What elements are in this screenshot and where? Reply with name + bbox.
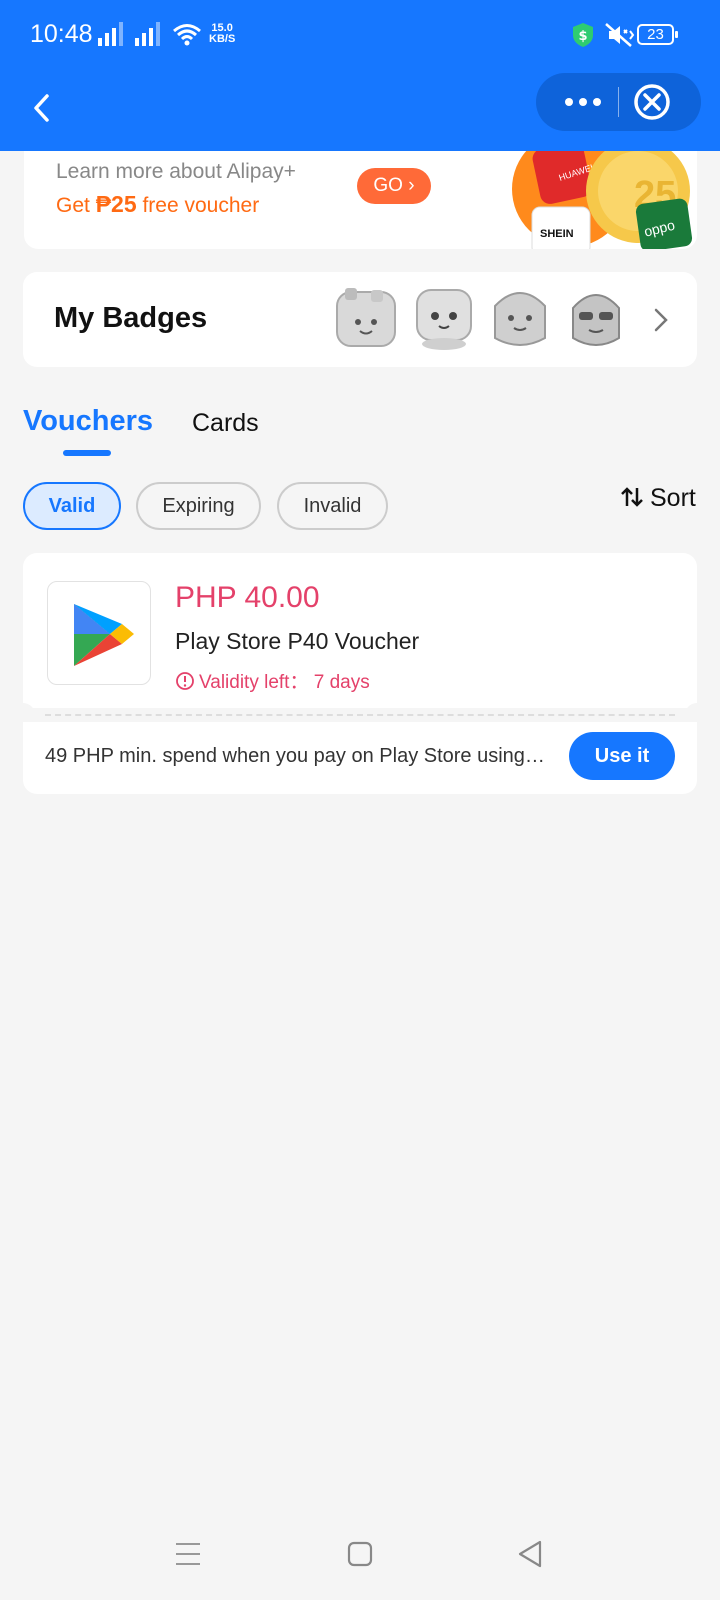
menu-icon[interactable]: [168, 1534, 208, 1574]
battery-icon: 23: [637, 24, 678, 45]
badges-title: My Badges: [54, 302, 208, 334]
filter-invalid-chip[interactable]: Invalid: [277, 482, 388, 530]
badge-icon: [336, 288, 396, 347]
network-speed: 15.0 KB/S: [209, 22, 236, 45]
alert-circle-icon: [176, 672, 194, 690]
status-time: 10:48: [30, 20, 93, 48]
cell-signal-icon: [98, 22, 123, 46]
tab-cards[interactable]: Cards: [192, 409, 259, 438]
badge-icon: [494, 292, 546, 346]
promo-brands-illustration: HUAWEI 25 SHEIN oppo: [512, 151, 693, 249]
more-dots-icon[interactable]: [550, 73, 612, 131]
use-voucher-button[interactable]: Use it: [569, 732, 675, 780]
badge-icon: [416, 289, 472, 350]
chevron-left-icon[interactable]: [24, 83, 64, 133]
tab-vouchers[interactable]: Vouchers: [23, 405, 153, 438]
voucher-title: Play Store P40 Voucher: [175, 628, 420, 654]
voucher-amount: PHP 40.00: [175, 581, 320, 614]
shein-logo: SHEIN: [540, 228, 574, 240]
google-play-icon: [74, 604, 134, 666]
voucher-validity: Validity left： 7 days: [175, 667, 370, 694]
active-tab-indicator: [63, 450, 111, 456]
close-circle-icon[interactable]: [632, 82, 672, 122]
status-bar: 10:48 15.0 KB/S $ 23: [0, 0, 720, 70]
top-navbar: [0, 70, 720, 151]
promo-headline: Learn more about Alipay+: [56, 160, 296, 183]
promo-go-button[interactable]: GO ›: [357, 168, 431, 204]
mute-vibrate-icon: [605, 23, 635, 47]
alipay-plus-promo-banner[interactable]: Learn more about Alipay+ Get ₱25 free vo…: [24, 151, 697, 249]
voucher-validity-text: Validity left： 7 days: [199, 672, 370, 693]
voucher-card[interactable]: PHP 40.00 Play Store P40 Voucher Validit…: [23, 553, 697, 708]
chevron-right-icon[interactable]: [653, 307, 669, 333]
badge-icon: [572, 294, 620, 346]
promo-amount: ₱25: [95, 191, 137, 217]
voucher-footer: 49 PHP min. spend when you pay on Play S…: [23, 722, 697, 794]
voucher-logo: [47, 581, 151, 685]
voucher-divider: [45, 714, 675, 716]
sort-arrows-icon: [621, 487, 643, 507]
cell-signal-icon: [135, 22, 160, 46]
capsule-divider: [618, 87, 619, 117]
sort-button[interactable]: Sort: [620, 484, 696, 520]
shield-icon: $: [573, 23, 593, 47]
wifi-icon: [173, 24, 201, 46]
filter-valid-chip[interactable]: Valid: [23, 482, 121, 530]
back-triangle-icon[interactable]: [510, 1534, 550, 1574]
mini-program-capsule: [536, 73, 701, 131]
system-navigation-bar: [0, 1512, 720, 1600]
my-badges-card[interactable]: My Badges: [23, 272, 697, 367]
promo-offer: Get ₱25 free voucher: [56, 191, 260, 217]
voucher-description: 49 PHP min. spend when you pay on Play S…: [45, 745, 545, 767]
home-square-icon[interactable]: [340, 1534, 380, 1574]
sort-label: Sort: [650, 484, 696, 512]
svg-text:$: $: [578, 29, 587, 44]
filter-expiring-chip[interactable]: Expiring: [136, 482, 261, 530]
